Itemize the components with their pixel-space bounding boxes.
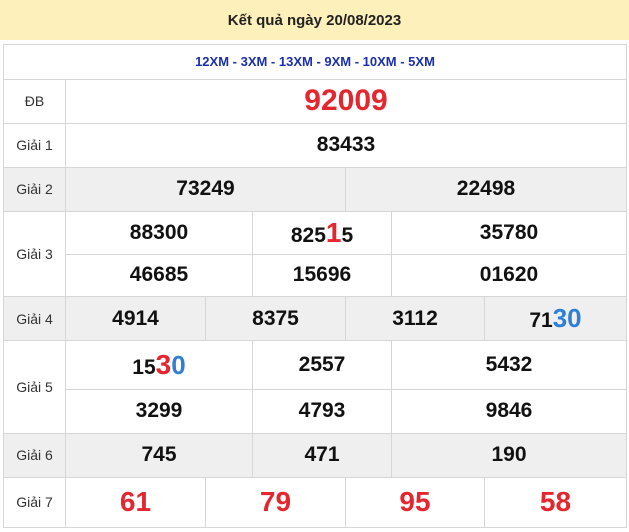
row-g3-b: 46685 15696 01620 [4, 253, 627, 298]
row-g1: Giải 1 83433 [3, 122, 627, 168]
prize-g3-value: 35780 [391, 210, 627, 255]
prize-g5-value: 5432 [391, 340, 627, 390]
row-g7: Giải 7 61 79 95 58 [3, 476, 627, 529]
label-g2: Giải 2 [3, 166, 66, 212]
ticket-codes: 12XM - 3XM - 13XM - 9XM - 10XM - 5XM [3, 44, 627, 80]
prize-g4-value: 3112 [345, 296, 485, 342]
results-table: 12XM - 3XM - 13XM - 9XM - 10XM - 5XM ĐB … [3, 44, 627, 529]
row-db: ĐB 92009 [3, 78, 627, 124]
prize-g3-value: 46685 [65, 253, 253, 298]
row-g5-b: 3299 4793 9846 [4, 388, 627, 434]
prize-db-value: 92009 [65, 78, 627, 124]
codes-row: 12XM - 3XM - 13XM - 9XM - 10XM - 5XM [3, 44, 627, 80]
prize-g7-value: 61 [65, 476, 206, 529]
prize-g4-value: 7130 [484, 296, 627, 342]
prize-g6-value: 745 [65, 432, 253, 478]
row-g4: Giải 4 4914 8375 3112 7130 [3, 296, 627, 342]
label-g6: Giải 6 [3, 432, 66, 478]
prize-g6-value: 471 [252, 432, 392, 478]
row-g5-a: Giải 5 1530 2557 5432 [3, 340, 627, 434]
prize-g6-value: 190 [391, 432, 627, 478]
prize-g5-value: 1530 [65, 340, 253, 390]
prize-g7-value: 58 [484, 476, 627, 529]
result-date-header: Kết quả ngày 20/08/2023 [0, 0, 629, 40]
label-g3: Giải 3 [3, 210, 66, 298]
prize-g7-value: 95 [345, 476, 485, 529]
row-g3-a: Giải 3 88300 82515 35780 [3, 210, 627, 298]
result-title: Kết quả ngày 20/08/2023 [227, 11, 402, 29]
label-g4: Giải 4 [3, 296, 66, 342]
label-g5: Giải 5 [3, 340, 66, 434]
prize-g5-value: 4793 [252, 388, 392, 434]
prize-g3-value: 82515 [252, 210, 392, 255]
prize-g5-value: 2557 [252, 340, 392, 390]
prize-g7-value: 79 [205, 476, 346, 529]
row-g2: Giải 2 73249 22498 [3, 166, 627, 212]
prize-g4-value: 8375 [205, 296, 346, 342]
label-g7: Giải 7 [3, 476, 66, 529]
prize-g5-value: 3299 [65, 388, 253, 434]
row-g6: Giải 6 745 471 190 [3, 432, 627, 478]
label-db: ĐB [3, 78, 66, 124]
prize-g2-value: 73249 [65, 166, 346, 212]
prize-g2-value: 22498 [345, 166, 627, 212]
prize-g5-value: 9846 [391, 388, 627, 434]
prize-g3-value: 01620 [391, 253, 627, 298]
label-g1: Giải 1 [3, 122, 66, 168]
prize-g4-value: 4914 [65, 296, 206, 342]
prize-g3-value: 15696 [252, 253, 392, 298]
prize-g1-value: 83433 [65, 122, 627, 168]
lottery-result-page: Kết quả ngày 20/08/2023 12XM - 3XM - 13X… [0, 0, 629, 532]
prize-g3-value: 88300 [65, 210, 253, 255]
